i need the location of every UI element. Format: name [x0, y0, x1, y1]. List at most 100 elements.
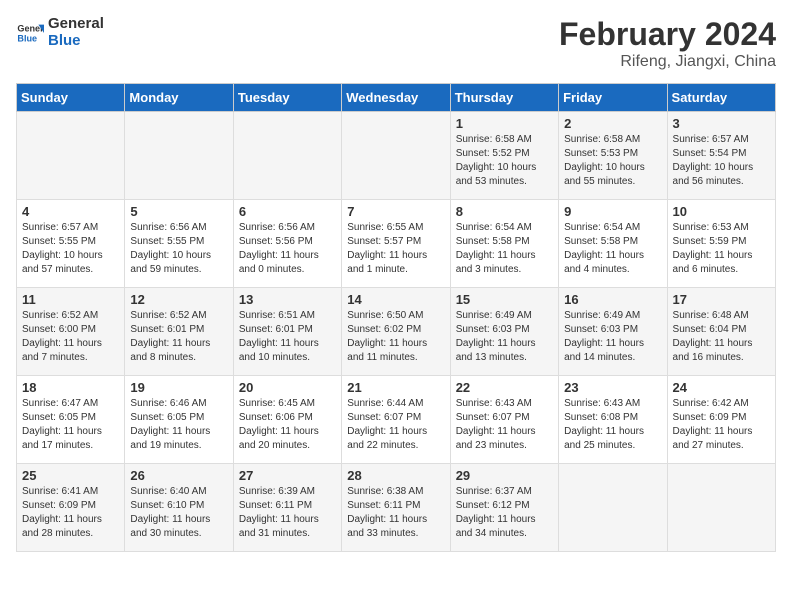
calendar-cell [559, 464, 667, 552]
day-info: Sunrise: 6:52 AMSunset: 6:01 PMDaylight:… [130, 309, 227, 365]
day-info: Sunrise: 6:58 AMSunset: 5:53 PMDaylight:… [564, 133, 661, 189]
day-info: Sunrise: 6:54 AMSunset: 5:58 PMDaylight:… [456, 221, 553, 277]
day-number: 13 [239, 292, 336, 307]
day-info: Sunrise: 6:38 AMSunset: 6:11 PMDaylight:… [347, 485, 444, 541]
day-number: 12 [130, 292, 227, 307]
day-number: 11 [22, 292, 119, 307]
day-info: Sunrise: 6:46 AMSunset: 6:05 PMDaylight:… [130, 397, 227, 453]
calendar-cell: 19 Sunrise: 6:46 AMSunset: 6:05 PMDayligh… [125, 376, 233, 464]
calendar-cell: 13 Sunrise: 6:51 AMSunset: 6:01 PMDayligh… [233, 288, 341, 376]
day-info: Sunrise: 6:45 AMSunset: 6:06 PMDaylight:… [239, 397, 336, 453]
day-info: Sunrise: 6:41 AMSunset: 6:09 PMDaylight:… [22, 485, 119, 541]
calendar-cell: 24 Sunrise: 6:42 AMSunset: 6:09 PMDayligh… [667, 376, 775, 464]
day-number: 20 [239, 380, 336, 395]
calendar-cell: 1 Sunrise: 6:58 AMSunset: 5:52 PMDaylight… [450, 112, 558, 200]
page-header: General Blue General Blue February 2024 … [16, 16, 776, 71]
calendar-cell: 18 Sunrise: 6:47 AMSunset: 6:05 PMDayligh… [17, 376, 125, 464]
day-number: 3 [673, 116, 770, 131]
logo: General Blue General Blue [16, 16, 104, 49]
calendar-cell: 8 Sunrise: 6:54 AMSunset: 5:58 PMDaylight… [450, 200, 558, 288]
day-number: 9 [564, 204, 661, 219]
day-number: 19 [130, 380, 227, 395]
calendar-cell: 5 Sunrise: 6:56 AMSunset: 5:55 PMDaylight… [125, 200, 233, 288]
day-number: 15 [456, 292, 553, 307]
calendar-cell: 6 Sunrise: 6:56 AMSunset: 5:56 PMDaylight… [233, 200, 341, 288]
calendar-table: SundayMondayTuesdayWednesdayThursdayFrid… [16, 83, 776, 552]
day-number: 24 [673, 380, 770, 395]
day-info: Sunrise: 6:58 AMSunset: 5:52 PMDaylight:… [456, 133, 553, 189]
day-info: Sunrise: 6:47 AMSunset: 6:05 PMDaylight:… [22, 397, 119, 453]
day-info: Sunrise: 6:56 AMSunset: 5:55 PMDaylight:… [130, 221, 227, 277]
day-info: Sunrise: 6:37 AMSunset: 6:12 PMDaylight:… [456, 485, 553, 541]
day-info: Sunrise: 6:40 AMSunset: 6:10 PMDaylight:… [130, 485, 227, 541]
day-number: 23 [564, 380, 661, 395]
day-number: 2 [564, 116, 661, 131]
day-info: Sunrise: 6:50 AMSunset: 6:02 PMDaylight:… [347, 309, 444, 365]
calendar-cell [17, 112, 125, 200]
calendar-cell: 23 Sunrise: 6:43 AMSunset: 6:08 PMDayligh… [559, 376, 667, 464]
logo-icon: General Blue [16, 19, 44, 47]
day-info: Sunrise: 6:55 AMSunset: 5:57 PMDaylight:… [347, 221, 444, 277]
day-info: Sunrise: 6:43 AMSunset: 6:08 PMDaylight:… [564, 397, 661, 453]
calendar-cell: 9 Sunrise: 6:54 AMSunset: 5:58 PMDaylight… [559, 200, 667, 288]
calendar-cell: 20 Sunrise: 6:45 AMSunset: 6:06 PMDayligh… [233, 376, 341, 464]
day-number: 6 [239, 204, 336, 219]
calendar-cell: 10Sunrise: 6:53 AMSunset: 5:59 PMDayligh… [667, 200, 775, 288]
calendar-cell: 28 Sunrise: 6:38 AMSunset: 6:11 PMDayligh… [342, 464, 450, 552]
calendar-cell: 22Sunrise: 6:43 AMSunset: 6:07 PMDayligh… [450, 376, 558, 464]
calendar-cell: 25 Sunrise: 6:41 AMSunset: 6:09 PMDayligh… [17, 464, 125, 552]
day-number: 14 [347, 292, 444, 307]
day-number: 27 [239, 468, 336, 483]
day-number: 28 [347, 468, 444, 483]
day-info: Sunrise: 6:56 AMSunset: 5:56 PMDaylight:… [239, 221, 336, 277]
day-number: 17 [673, 292, 770, 307]
calendar-cell: 17 Sunrise: 6:48 AMSunset: 6:04 PMDayligh… [667, 288, 775, 376]
day-info: Sunrise: 6:49 AMSunset: 6:03 PMDaylight:… [564, 309, 661, 365]
calendar-cell: 16 Sunrise: 6:49 AMSunset: 6:03 PMDayligh… [559, 288, 667, 376]
day-number: 25 [22, 468, 119, 483]
logo-line2: Blue [48, 33, 104, 50]
day-number: 5 [130, 204, 227, 219]
calendar-cell: 3 Sunrise: 6:57 AMSunset: 5:54 PMDaylight… [667, 112, 775, 200]
day-number: 26 [130, 468, 227, 483]
day-info: Sunrise: 6:54 AMSunset: 5:58 PMDaylight:… [564, 221, 661, 277]
calendar-cell: 2 Sunrise: 6:58 AMSunset: 5:53 PMDaylight… [559, 112, 667, 200]
day-info: Sunrise: 6:57 AMSunset: 5:54 PMDaylight:… [673, 133, 770, 189]
calendar-cell: 29 Sunrise: 6:37 AMSunset: 6:12 PMDayligh… [450, 464, 558, 552]
day-number: 1 [456, 116, 553, 131]
day-number: 16 [564, 292, 661, 307]
day-number: 8 [456, 204, 553, 219]
day-number: 21 [347, 380, 444, 395]
day-info: Sunrise: 6:57 AMSunset: 5:55 PMDaylight:… [22, 221, 119, 277]
calendar-cell [342, 112, 450, 200]
day-info: Sunrise: 6:51 AMSunset: 6:01 PMDaylight:… [239, 309, 336, 365]
logo-line1: General [48, 16, 104, 33]
day-info: Sunrise: 6:52 AMSunset: 6:00 PMDaylight:… [22, 309, 119, 365]
calendar-cell [125, 112, 233, 200]
calendar-cell: 4Sunrise: 6:57 AMSunset: 5:55 PMDaylight… [17, 200, 125, 288]
subtitle: Rifeng, Jiangxi, China [559, 53, 776, 71]
col-header-thursday: Thursday [450, 84, 558, 112]
calendar-cell: 21 Sunrise: 6:44 AMSunset: 6:07 PMDayligh… [342, 376, 450, 464]
calendar-cell: 26 Sunrise: 6:40 AMSunset: 6:10 PMDayligh… [125, 464, 233, 552]
day-info: Sunrise: 6:42 AMSunset: 6:09 PMDaylight:… [673, 397, 770, 453]
day-number: 29 [456, 468, 553, 483]
col-header-saturday: Saturday [667, 84, 775, 112]
day-info: Sunrise: 6:53 AMSunset: 5:59 PMDaylight:… [673, 221, 770, 277]
col-header-monday: Monday [125, 84, 233, 112]
day-number: 7 [347, 204, 444, 219]
col-header-friday: Friday [559, 84, 667, 112]
day-info: Sunrise: 6:39 AMSunset: 6:11 PMDaylight:… [239, 485, 336, 541]
col-header-tuesday: Tuesday [233, 84, 341, 112]
calendar-cell: 14 Sunrise: 6:50 AMSunset: 6:02 PMDayligh… [342, 288, 450, 376]
col-header-sunday: Sunday [17, 84, 125, 112]
calendar-cell: 15 Sunrise: 6:49 AMSunset: 6:03 PMDayligh… [450, 288, 558, 376]
day-info: Sunrise: 6:49 AMSunset: 6:03 PMDaylight:… [456, 309, 553, 365]
calendar-cell: 12 Sunrise: 6:52 AMSunset: 6:01 PMDayligh… [125, 288, 233, 376]
day-number: 18 [22, 380, 119, 395]
col-header-wednesday: Wednesday [342, 84, 450, 112]
day-number: 22 [456, 380, 553, 395]
title-block: February 2024 Rifeng, Jiangxi, China [559, 16, 776, 71]
day-info: Sunrise: 6:44 AMSunset: 6:07 PMDaylight:… [347, 397, 444, 453]
day-info: Sunrise: 6:48 AMSunset: 6:04 PMDaylight:… [673, 309, 770, 365]
